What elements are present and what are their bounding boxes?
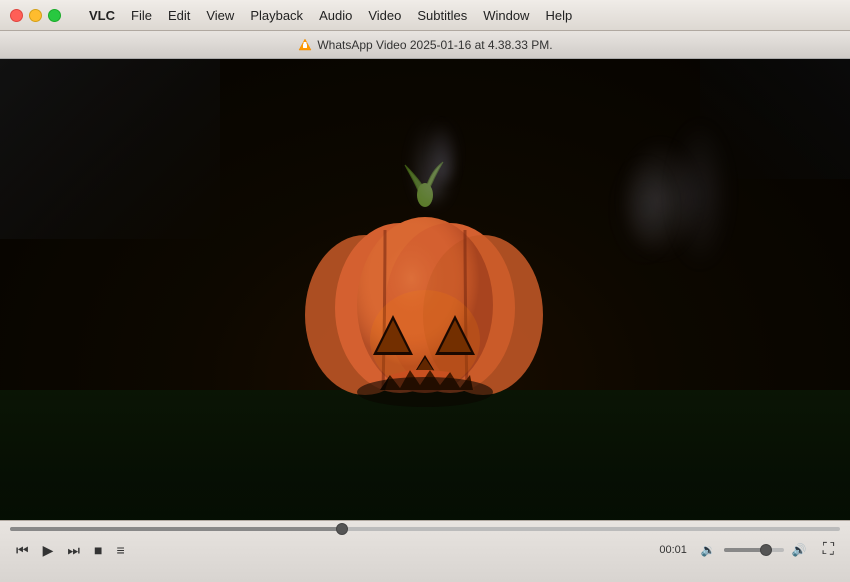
menu-item-subtitles[interactable]: Subtitles [409, 0, 475, 30]
volume-thumb[interactable] [760, 544, 772, 556]
stop-button[interactable]: ■ [88, 538, 108, 562]
rewind-icon: ⏮ [16, 542, 29, 559]
apple-menu[interactable] [65, 0, 81, 30]
progress-fill [10, 527, 342, 531]
play-icon: ▶ [43, 542, 54, 559]
menu-item-help[interactable]: Help [537, 0, 580, 30]
playlist-icon: ≡ [116, 542, 124, 558]
rewind-button[interactable]: ⏮ [10, 538, 35, 563]
menu-item-vlc[interactable]: VLC [81, 0, 123, 30]
vlc-icon [297, 37, 313, 53]
menu-item-window[interactable]: Window [475, 0, 537, 30]
window-titlebar: WhatsApp Video 2025-01-16 at 4.38.33 PM. [0, 31, 850, 59]
progress-bar[interactable] [10, 527, 840, 531]
video-scene [0, 59, 850, 520]
volume-button[interactable]: 🔉 [697, 541, 720, 559]
menu-item-video[interactable]: Video [360, 0, 409, 30]
volume-max-icon: 🔊 [788, 541, 811, 559]
menu-bar: VLC File Edit View Playback Audio Video … [0, 0, 850, 31]
buttons-row: ⏮ ▶ ⏭ ■ ≡ 00:01 🔉 🔊 ⛶ [10, 537, 840, 563]
play-button[interactable]: ▶ [37, 538, 60, 563]
fastforward-icon: ⏭ [67, 542, 80, 559]
fullscreen-icon: ⛶ [823, 541, 834, 559]
maximize-button[interactable] [48, 9, 61, 22]
progress-row [10, 527, 840, 531]
menu-item-file[interactable]: File [123, 0, 160, 30]
fastforward-button[interactable]: ⏭ [61, 538, 86, 563]
traffic-lights [0, 9, 61, 22]
window-title: WhatsApp Video 2025-01-16 at 4.38.33 PM. [317, 38, 552, 52]
minimize-button[interactable] [29, 9, 42, 22]
controls-bar: ⏮ ▶ ⏭ ■ ≡ 00:01 🔉 🔊 ⛶ [0, 520, 850, 582]
menu-item-audio[interactable]: Audio [311, 0, 360, 30]
pumpkin-svg [255, 160, 595, 460]
time-display: 00:01 [659, 544, 687, 556]
menu-item-view[interactable]: View [198, 0, 242, 30]
menu-item-playback[interactable]: Playback [242, 0, 311, 30]
fullscreen-button[interactable]: ⛶ [817, 537, 840, 563]
close-button[interactable] [10, 9, 23, 22]
menu-item-edit[interactable]: Edit [160, 0, 198, 30]
video-player[interactable] [0, 59, 850, 520]
playlist-button[interactable]: ≡ [110, 538, 130, 562]
volume-slider[interactable] [724, 548, 784, 552]
stop-icon: ■ [94, 542, 102, 558]
progress-thumb[interactable] [336, 523, 348, 535]
volume-icon: 🔉 [701, 543, 716, 557]
volume-area: 🔉 🔊 [697, 541, 811, 559]
